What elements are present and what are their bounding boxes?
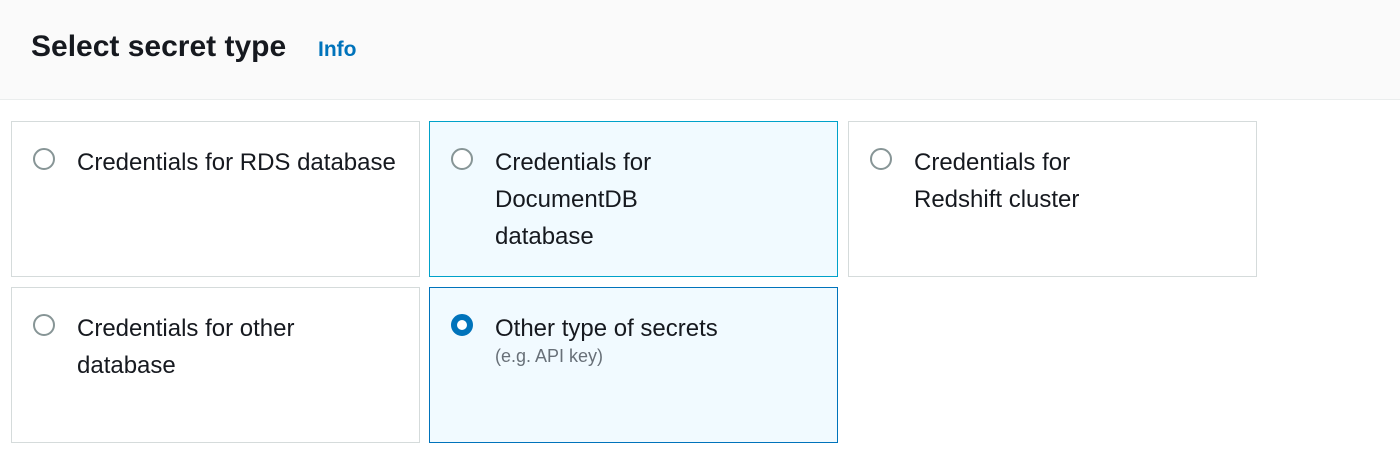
option-label: Credentials for RDS database: [77, 149, 396, 176]
radio-button[interactable]: [870, 148, 892, 170]
option-redshift-cluster[interactable]: Credentials for Redshift cluster: [848, 121, 1257, 277]
option-other-secrets[interactable]: Other type of secrets (e.g. API key): [429, 287, 838, 443]
radio-button-selected[interactable]: [451, 314, 473, 336]
option-rds-database[interactable]: Credentials for RDS database: [11, 121, 420, 277]
option-documentdb-database[interactable]: Credentials for DocumentDB database: [429, 121, 838, 277]
section-header: Select secret type Info: [0, 0, 1400, 100]
radio-button[interactable]: [33, 314, 55, 336]
info-link[interactable]: Info: [318, 38, 356, 62]
radio-button[interactable]: [451, 148, 473, 170]
option-description: (e.g. API key): [495, 346, 604, 366]
option-label: Credentials for other database: [77, 315, 295, 379]
page-title: Select secret type: [31, 30, 287, 63]
option-label: Credentials for Redshift cluster: [914, 149, 1080, 213]
radio-button[interactable]: [33, 148, 55, 170]
option-label: Credentials for DocumentDB database: [495, 149, 652, 250]
option-other-database[interactable]: Credentials for other database: [11, 287, 420, 443]
option-label: Other type of secrets: [495, 315, 718, 342]
